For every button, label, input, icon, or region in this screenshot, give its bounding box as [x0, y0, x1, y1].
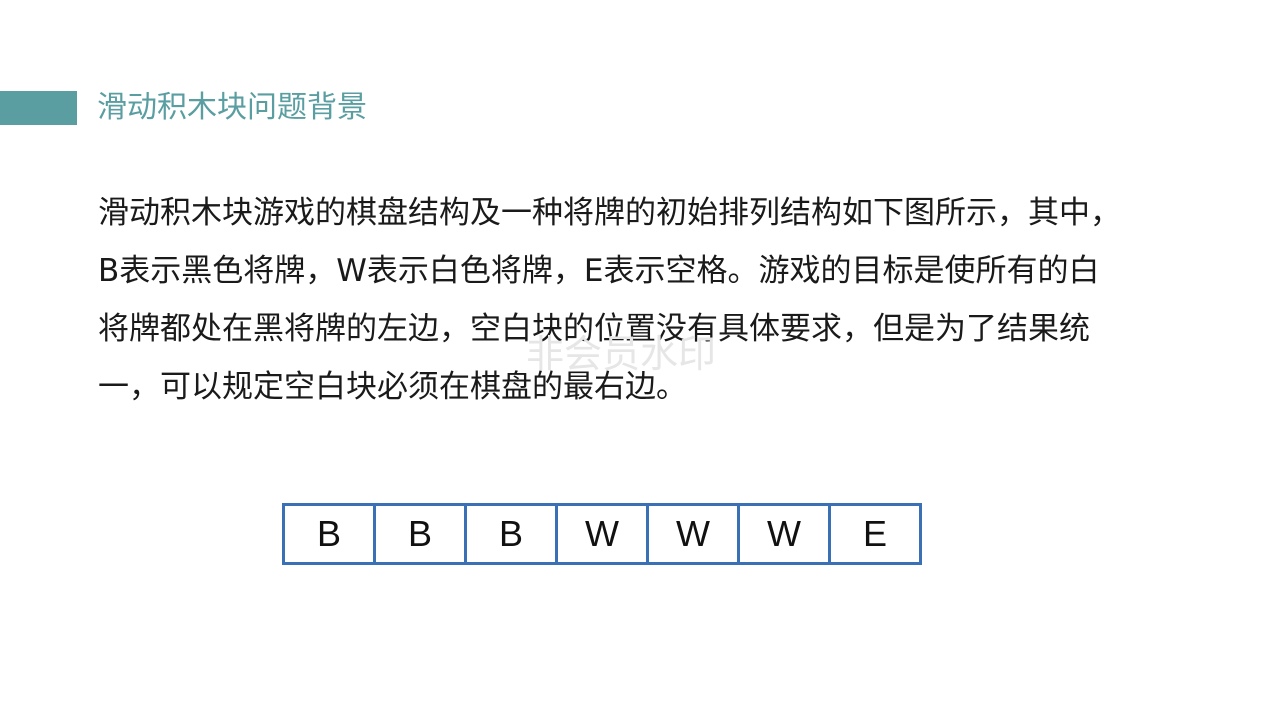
board-cell-6: W	[740, 506, 831, 562]
board-cell-5: W	[649, 506, 740, 562]
paragraph-line-4: 一，可以规定空白块必须在棋盘的最右边。	[98, 369, 687, 405]
board-cell-1: B	[285, 506, 376, 562]
title-accent-bar	[0, 91, 77, 125]
paragraph-line-2: B表示黑色将牌，W表示白色将牌，E表示空格。游戏的目标是使所有的白	[98, 253, 1100, 289]
board-cell-3: B	[467, 506, 558, 562]
description-paragraph: 滑动积木块游戏的棋盘结构及一种将牌的初始排列结构如下图所示，其中， B表示黑色将…	[98, 184, 1178, 416]
board-cell-7: E	[862, 513, 887, 554]
paragraph-line-1: 滑动积木块游戏的棋盘结构及一种将牌的初始排列结构如下图所示，其中，	[98, 195, 1121, 231]
board-cell-2: B	[376, 506, 467, 562]
slide-title: 滑动积木块问题背景	[97, 90, 367, 125]
puzzle-board: B B B W W W E	[282, 503, 922, 565]
board-cell-4: W	[558, 506, 649, 562]
paragraph-line-3: 将牌都处在黑将牌的左边，空白块的位置没有具体要求，但是为了结果统	[98, 311, 1090, 347]
